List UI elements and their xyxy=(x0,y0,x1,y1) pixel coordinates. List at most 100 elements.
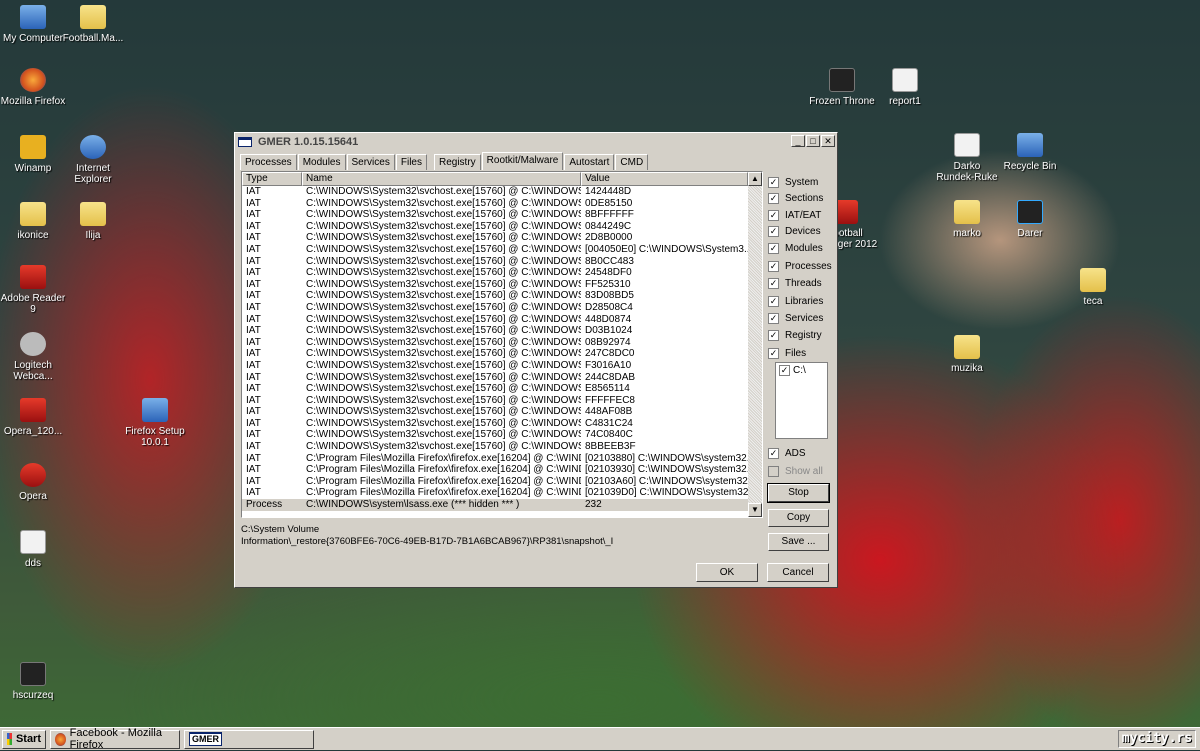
save-button[interactable]: Save ... xyxy=(768,533,829,551)
table-row[interactable]: IAT C:\WINDOWS\System32\svchost.exe[15760… xyxy=(242,302,762,314)
tab-rootkit-malware[interactable]: Rootkit/Malware xyxy=(481,152,564,170)
desktop-icon-firefox[interactable]: Mozilla Firefox xyxy=(0,68,66,107)
table-row[interactable]: IAT C:\WINDOWS\System32\svchost.exe[15760… xyxy=(242,198,762,210)
desktop-icon-report1[interactable]: report1 xyxy=(872,68,938,107)
copy-button[interactable]: Copy xyxy=(768,509,829,527)
table-row[interactable]: IAT C:\WINDOWS\System32\svchost.exe[15760… xyxy=(242,372,762,384)
column-name[interactable]: Name xyxy=(302,172,581,186)
table-row[interactable]: IAT C:\WINDOWS\System32\svchost.exe[15760… xyxy=(242,267,762,279)
desktop-icon-recycle-bin[interactable]: Recycle Bin xyxy=(997,133,1063,172)
table-row[interactable]: IAT C:\Program Files\Mozilla Firefox\fire… xyxy=(242,453,762,465)
table-row[interactable]: IAT C:\WINDOWS\System32\svchost.exe[15760… xyxy=(242,256,762,268)
ads-checkbox[interactable]: ✓ ADS xyxy=(768,446,806,460)
cell-type: IAT xyxy=(246,475,261,487)
desktop-icon-football-folder[interactable]: Football.Ma... xyxy=(60,5,126,44)
desktop-icon-firefox-setup[interactable]: Firefox Setup 10.0.1 xyxy=(122,398,188,448)
scroll-down-button[interactable]: ▼ xyxy=(748,503,762,517)
column-type[interactable]: Type xyxy=(242,172,302,186)
desktop-icon-opera[interactable]: Opera xyxy=(0,463,66,502)
cancel-button[interactable]: Cancel xyxy=(767,563,829,582)
desktop-icon-frozen-throne[interactable]: Frozen Throne xyxy=(809,68,875,107)
table-row[interactable]: IAT C:\WINDOWS\System32\svchost.exe[15760… xyxy=(242,406,762,418)
taskbar-item-gmer[interactable]: GMER xyxy=(184,729,314,749)
table-row[interactable]: IAT C:\WINDOWS\System32\svchost.exe[15760… xyxy=(242,186,762,198)
start-button[interactable]: Start xyxy=(2,729,46,749)
desktop-icon-ikonice[interactable]: ikonice xyxy=(0,202,66,241)
desktop-icon-adobe-reader[interactable]: Adobe Reader 9 xyxy=(0,265,66,315)
table-row[interactable]: IAT C:\Program Files\Mozilla Firefox\fire… xyxy=(242,464,762,476)
drive-item[interactable]: ✓ C:\ xyxy=(776,363,827,378)
title-bar[interactable]: GMER 1.0.15.15641 xyxy=(236,134,836,150)
table-row[interactable]: IAT C:\WINDOWS\System32\svchost.exe[15760… xyxy=(242,221,762,233)
tab-autostart[interactable]: Autostart xyxy=(564,154,615,170)
desktop-icon-internet-explorer[interactable]: Internet Explorer xyxy=(60,135,126,185)
close-button[interactable]: ✕ xyxy=(821,135,835,147)
table-row[interactable]: IAT C:\WINDOWS\System32\svchost.exe[15760… xyxy=(242,290,762,302)
checkbox-devices[interactable]: ✓ Devices xyxy=(768,224,821,238)
desktop-icon-darko-rundek[interactable]: Darko Rundek-Ruke xyxy=(934,133,1000,183)
table-row[interactable]: IAT C:\WINDOWS\System32\svchost.exe[15760… xyxy=(242,314,762,326)
cell-name: C:\WINDOWS\System32\svchost.exe[15760] @… xyxy=(306,232,581,244)
taskbar-item-firefox[interactable]: Facebook - Mozilla Firefox xyxy=(50,727,180,751)
table-row[interactable]: IAT C:\WINDOWS\System32\svchost.exe[15760… xyxy=(242,244,762,256)
checkbox-sections[interactable]: ✓ Sections xyxy=(768,191,823,205)
checkbox-registry[interactable]: ✓ Registry xyxy=(768,328,822,342)
maximize-button[interactable]: □ xyxy=(806,135,820,147)
table-row[interactable]: IAT C:\WINDOWS\System32\svchost.exe[15760… xyxy=(242,360,762,372)
desktop-icon-opera-installer[interactable]: Opera_120... xyxy=(0,398,66,437)
checkbox-processes[interactable]: ✓ Processes xyxy=(768,259,832,273)
table-row[interactable]: IAT C:\WINDOWS\System32\svchost.exe[15760… xyxy=(242,337,762,349)
table-row[interactable]: IAT C:\WINDOWS\System32\svchost.exe[15760… xyxy=(242,348,762,360)
tab-modules[interactable]: Modules xyxy=(297,154,346,170)
checkbox-threads[interactable]: ✓ Threads xyxy=(768,276,822,290)
table-row[interactable]: IAT C:\WINDOWS\System32\svchost.exe[15760… xyxy=(242,395,762,407)
table-row[interactable]: IAT C:\WINDOWS\System32\svchost.exe[15760… xyxy=(242,418,762,430)
desktop-icon-winamp[interactable]: Winamp xyxy=(0,135,66,174)
tab-bar: Processes Modules Services Files Registr… xyxy=(240,152,649,170)
tab-registry[interactable]: Registry xyxy=(433,154,481,170)
cell-value: [02103880] C:\WINDOWS\system32... xyxy=(585,452,749,464)
desktop-icon-dds[interactable]: dds xyxy=(0,530,66,569)
table-row[interactable]: IAT C:\WINDOWS\System32\svchost.exe[15760… xyxy=(242,325,762,337)
table-row[interactable]: IAT C:\WINDOWS\System32\svchost.exe[15760… xyxy=(242,209,762,221)
checkbox-files[interactable]: ✓ Files xyxy=(768,346,806,360)
checkbox-checked-icon: ✓ xyxy=(768,295,779,307)
scroll-up-button[interactable]: ▲ xyxy=(748,172,762,186)
vertical-scrollbar[interactable]: ▲ ▼ xyxy=(748,172,762,517)
cell-value: 24548DF0 xyxy=(585,267,632,279)
desktop-icon-marko[interactable]: marko xyxy=(934,200,1000,239)
ok-button[interactable]: OK xyxy=(696,563,758,582)
desktop-icon-hscurzeq[interactable]: hscurzeq xyxy=(0,662,66,701)
show-all-checkbox[interactable]: Show all xyxy=(768,464,823,478)
table-row[interactable]: IAT C:\WINDOWS\System32\svchost.exe[15760… xyxy=(242,429,762,441)
results-list[interactable]: Type Name Value IAT C:\WINDOWS\System32\s… xyxy=(241,171,763,518)
desktop-icon-my-computer[interactable]: My Computer xyxy=(0,5,66,44)
checkbox-iat-eat[interactable]: ✓ IAT/EAT xyxy=(768,208,821,222)
checkbox-system[interactable]: ✓ System xyxy=(768,175,818,189)
desktop-icon-logitech[interactable]: Logitech Webca... xyxy=(0,332,66,382)
table-row[interactable]: IAT C:\Program Files\Mozilla Firefox\fire… xyxy=(242,476,762,488)
stop-button[interactable]: Stop xyxy=(767,483,830,503)
desktop-icon-ilija[interactable]: Ilija xyxy=(60,202,126,241)
column-value[interactable]: Value xyxy=(581,172,748,186)
tab-files[interactable]: Files xyxy=(395,154,427,170)
tab-processes[interactable]: Processes xyxy=(240,154,297,170)
drive-list[interactable]: ✓ C:\ xyxy=(775,362,828,439)
table-row[interactable]: IAT C:\WINDOWS\System32\svchost.exe[15760… xyxy=(242,279,762,291)
checkbox-modules[interactable]: ✓ Modules xyxy=(768,241,823,255)
table-row[interactable]: Process C:\WINDOWS\system\lsass.exe (*** … xyxy=(242,499,762,511)
desktop-icon-teca[interactable]: teca xyxy=(1060,268,1126,307)
table-row[interactable]: IAT C:\WINDOWS\System32\svchost.exe[15760… xyxy=(242,383,762,395)
cell-value: 232 xyxy=(585,499,602,511)
checkbox-services[interactable]: ✓ Services xyxy=(768,311,823,325)
desktop-icon-muzika[interactable]: muzika xyxy=(934,335,1000,374)
checkbox-libraries[interactable]: ✓ Libraries xyxy=(768,294,823,308)
desktop-icon-darer[interactable]: Darer xyxy=(997,200,1063,239)
minimize-button[interactable]: _ xyxy=(791,135,805,147)
table-row[interactable]: IAT C:\WINDOWS\System32\svchost.exe[15760… xyxy=(242,232,762,244)
tab-services[interactable]: Services xyxy=(346,154,395,170)
cell-value: 8B0CC483 xyxy=(585,255,634,267)
table-row[interactable]: IAT C:\Program Files\Mozilla Firefox\fire… xyxy=(242,487,762,499)
tab-cmd[interactable]: CMD xyxy=(615,154,649,170)
table-row[interactable]: IAT C:\WINDOWS\System32\svchost.exe[15760… xyxy=(242,441,762,453)
